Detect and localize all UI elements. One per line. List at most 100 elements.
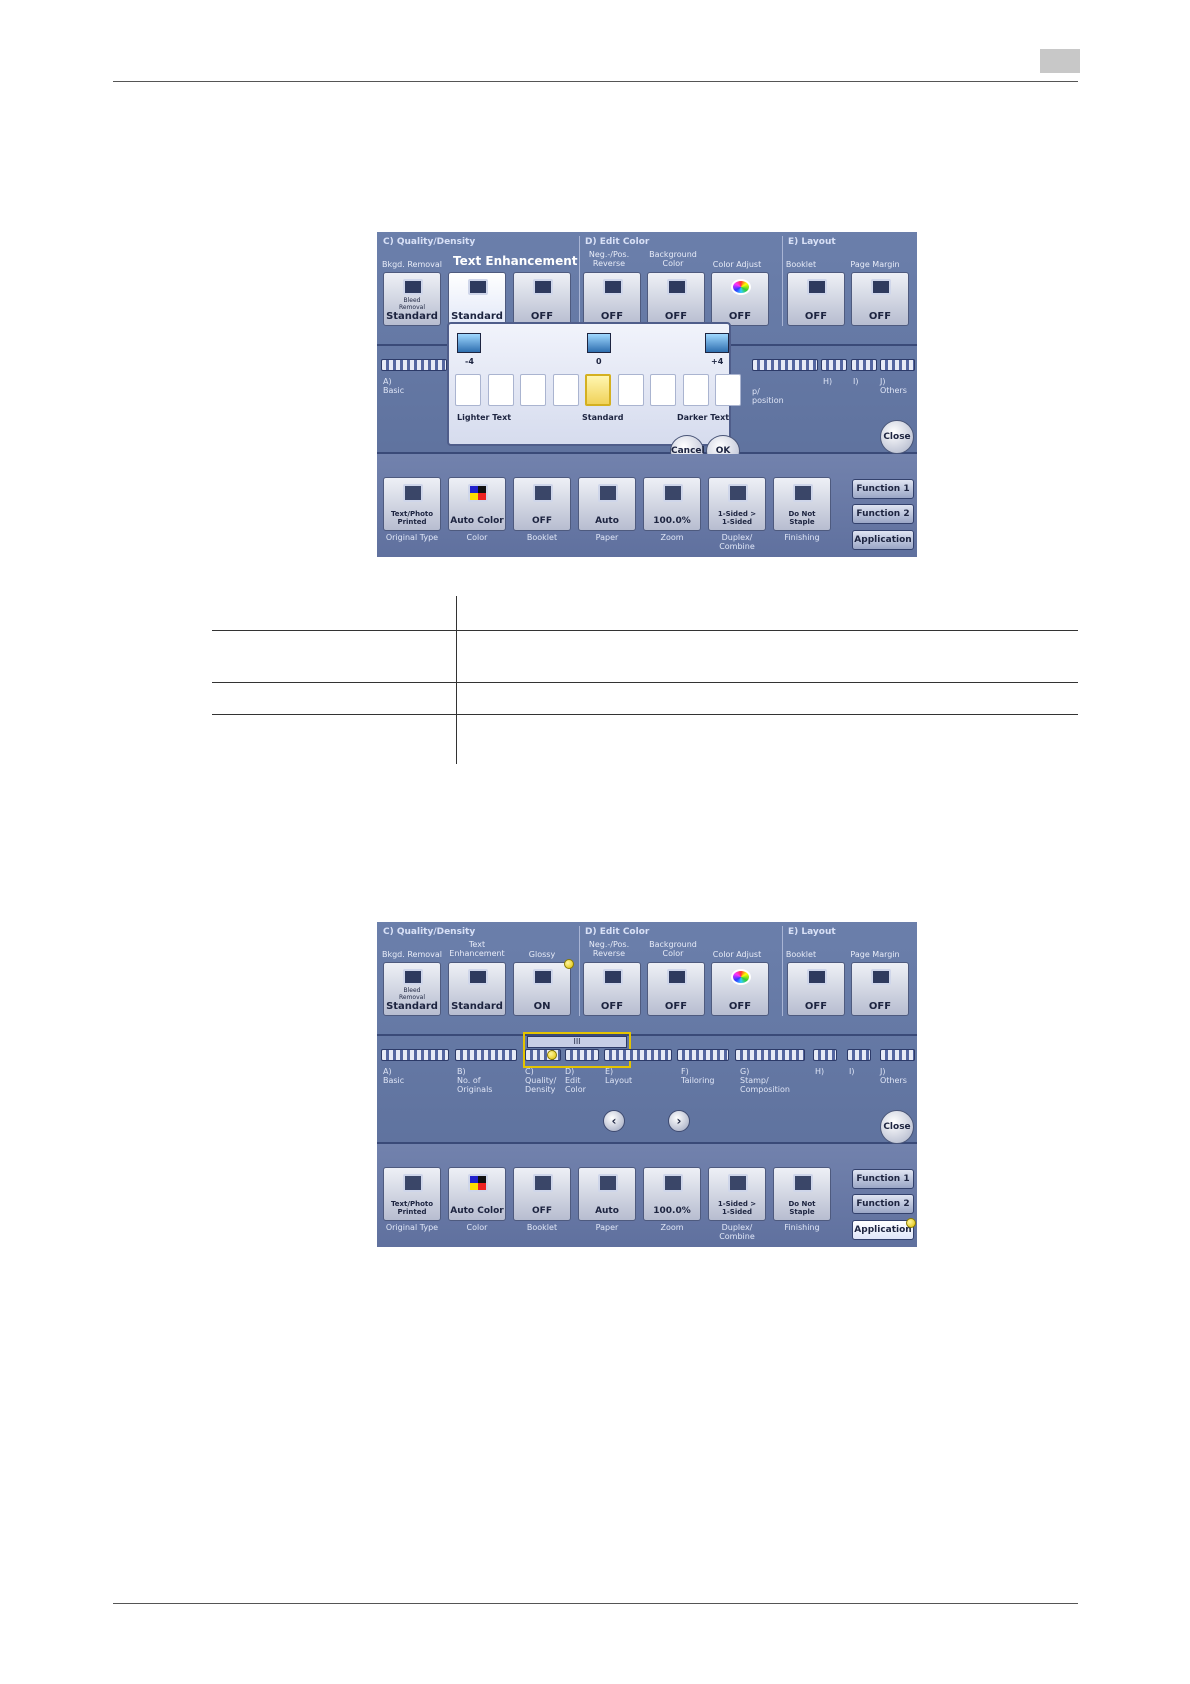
color-adjust-icon xyxy=(731,969,751,985)
tab-basic[interactable] xyxy=(381,359,447,371)
function-1-button[interactable]: Function 1 xyxy=(852,479,914,499)
page-margin-value: OFF xyxy=(868,1001,892,1012)
tab-tailoring[interactable] xyxy=(677,1049,729,1061)
page-margin-button[interactable]: OFF xyxy=(851,272,909,326)
level-slot[interactable] xyxy=(650,374,676,406)
bottom-tile-button[interactable]: Auto xyxy=(578,477,636,531)
background-color-icon xyxy=(667,279,687,295)
bottom-tile-label: Finishing xyxy=(784,1223,820,1232)
text-enhancement-icon xyxy=(468,279,488,295)
bottom-tile-button[interactable]: 1-Sided > 1-Sided xyxy=(708,1167,766,1221)
level-slot[interactable] xyxy=(585,374,611,406)
tab-stamp-partial-label: p/ position xyxy=(752,387,784,405)
text-enhancement-value: Standard xyxy=(451,311,503,322)
bottom-tile-button[interactable]: 100.0% xyxy=(643,477,701,531)
tab-edit-color[interactable] xyxy=(565,1049,599,1061)
tab-basic[interactable] xyxy=(381,1049,449,1061)
neg-pos-reverse-button[interactable]: OFF xyxy=(583,962,641,1016)
scroll-thumb-label: III xyxy=(573,1037,581,1046)
text-enhancement-button[interactable]: Standard xyxy=(448,962,506,1016)
background-color-value: OFF xyxy=(664,1001,688,1012)
glossy-icon xyxy=(533,969,553,985)
tab-i[interactable] xyxy=(851,359,877,371)
tab-i[interactable] xyxy=(847,1049,871,1061)
darker-text-label: Darker Text xyxy=(677,413,730,422)
tab-stamp-composition[interactable] xyxy=(735,1049,805,1061)
tab-stamp-composition[interactable] xyxy=(752,359,818,371)
tab-prev-button[interactable]: ‹ xyxy=(603,1110,625,1132)
bottom-tile-value: 100.0% xyxy=(653,1206,691,1216)
header-background-color: Background Color xyxy=(649,940,697,958)
header-rule xyxy=(113,81,1078,82)
standard-text-icon xyxy=(587,333,611,353)
level-slot[interactable] xyxy=(455,374,481,406)
bottom-tile-value: Do Not Staple xyxy=(788,510,816,526)
tab-edit-color-label: D) Edit Color xyxy=(565,1067,586,1094)
original-type-icon xyxy=(403,1174,423,1192)
level-slot[interactable] xyxy=(487,374,514,406)
level-slot[interactable] xyxy=(552,374,579,406)
level-slot[interactable] xyxy=(715,374,741,406)
table-rule xyxy=(212,714,1078,715)
color-adjust-button[interactable]: OFF xyxy=(711,962,769,1016)
page-margin-button[interactable]: OFF xyxy=(851,962,909,1016)
level-slot[interactable] xyxy=(617,374,644,406)
color-adjust-button[interactable]: OFF xyxy=(711,272,769,326)
tab-no-of-originals[interactable] xyxy=(455,1049,517,1061)
bottom-tile-button[interactable]: Auto xyxy=(578,1167,636,1221)
bottom-tile-button[interactable]: OFF xyxy=(513,477,571,531)
group-separator xyxy=(782,926,783,1016)
header-color-adjust: Color Adjust xyxy=(712,260,762,269)
color-adjust-value: OFF xyxy=(728,311,752,322)
group-layout: E) Layout xyxy=(788,927,836,937)
text-enhancement-button[interactable]: Standard xyxy=(448,272,506,326)
original-type-icon xyxy=(403,484,423,502)
background-color-button[interactable]: OFF xyxy=(647,272,705,326)
bottom-tile-button[interactable]: 1-Sided > 1-Sided xyxy=(708,477,766,531)
bottom-tile-button[interactable]: Auto Color xyxy=(448,477,506,531)
function-1-button[interactable]: Function 1 xyxy=(852,1169,914,1189)
glossy-value: ON xyxy=(533,1001,551,1012)
booklet-layout-button[interactable]: OFF xyxy=(787,962,845,1016)
close-button[interactable]: Close xyxy=(880,420,914,454)
bkgd-removal-button[interactable]: Bleed Removal Standard xyxy=(383,962,441,1016)
bottom-tile-label: Booklet xyxy=(526,1223,558,1232)
application-button[interactable]: Application xyxy=(852,1220,914,1240)
table-rule xyxy=(212,630,1078,631)
header-bkgd-removal: Bkgd. Removal xyxy=(381,260,443,269)
booklet-layout-button[interactable]: OFF xyxy=(787,272,845,326)
glossy-button[interactable]: ON xyxy=(513,962,571,1016)
tab-h[interactable] xyxy=(821,359,847,371)
level-slot[interactable] xyxy=(682,374,709,406)
close-button[interactable]: Close xyxy=(880,1110,914,1144)
bottom-tile-label: Original Type xyxy=(385,533,439,542)
bkgd-removal-sub: Bleed Removal xyxy=(398,987,425,1001)
bottom-tile-button[interactable]: Do Not Staple xyxy=(773,1167,831,1221)
tab-layout[interactable] xyxy=(604,1049,672,1061)
tab-others[interactable] xyxy=(880,1049,915,1061)
application-button[interactable]: Application xyxy=(852,530,914,550)
bottom-tile-button[interactable]: Text/Photo Printed xyxy=(383,1167,441,1221)
bottom-tile-button[interactable]: 100.0% xyxy=(643,1167,701,1221)
bottom-tile-button[interactable]: Text/Photo Printed xyxy=(383,477,441,531)
tab-scrollbar[interactable]: III xyxy=(527,1036,627,1048)
bkgd-removal-button[interactable]: Bleed Removal Standard xyxy=(383,272,441,326)
function-2-button[interactable]: Function 2 xyxy=(852,504,914,524)
tab-others[interactable] xyxy=(880,359,915,371)
function-2-button[interactable]: Function 2 xyxy=(852,1194,914,1214)
neg-pos-reverse-button[interactable]: OFF xyxy=(583,272,641,326)
tab-quality-density-label: C) Quality/ Density xyxy=(525,1067,557,1094)
tab-next-button[interactable]: › xyxy=(668,1110,690,1132)
tab-i-label: I) xyxy=(849,1067,855,1076)
zoom-icon xyxy=(663,484,683,502)
level-slot[interactable] xyxy=(520,374,546,406)
background-color-button[interactable]: OFF xyxy=(647,962,705,1016)
glossy-button[interactable]: OFF xyxy=(513,272,571,326)
bottom-tile-value: Auto Color xyxy=(450,516,504,526)
bottom-tile-button[interactable]: OFF xyxy=(513,1167,571,1221)
bkgd-removal-icon xyxy=(403,279,423,295)
bottom-tile-button[interactable]: Do Not Staple xyxy=(773,477,831,531)
tab-h[interactable] xyxy=(813,1049,837,1061)
bottom-tile-button[interactable]: Auto Color xyxy=(448,1167,506,1221)
bottom-tile-label: Color xyxy=(466,533,488,542)
